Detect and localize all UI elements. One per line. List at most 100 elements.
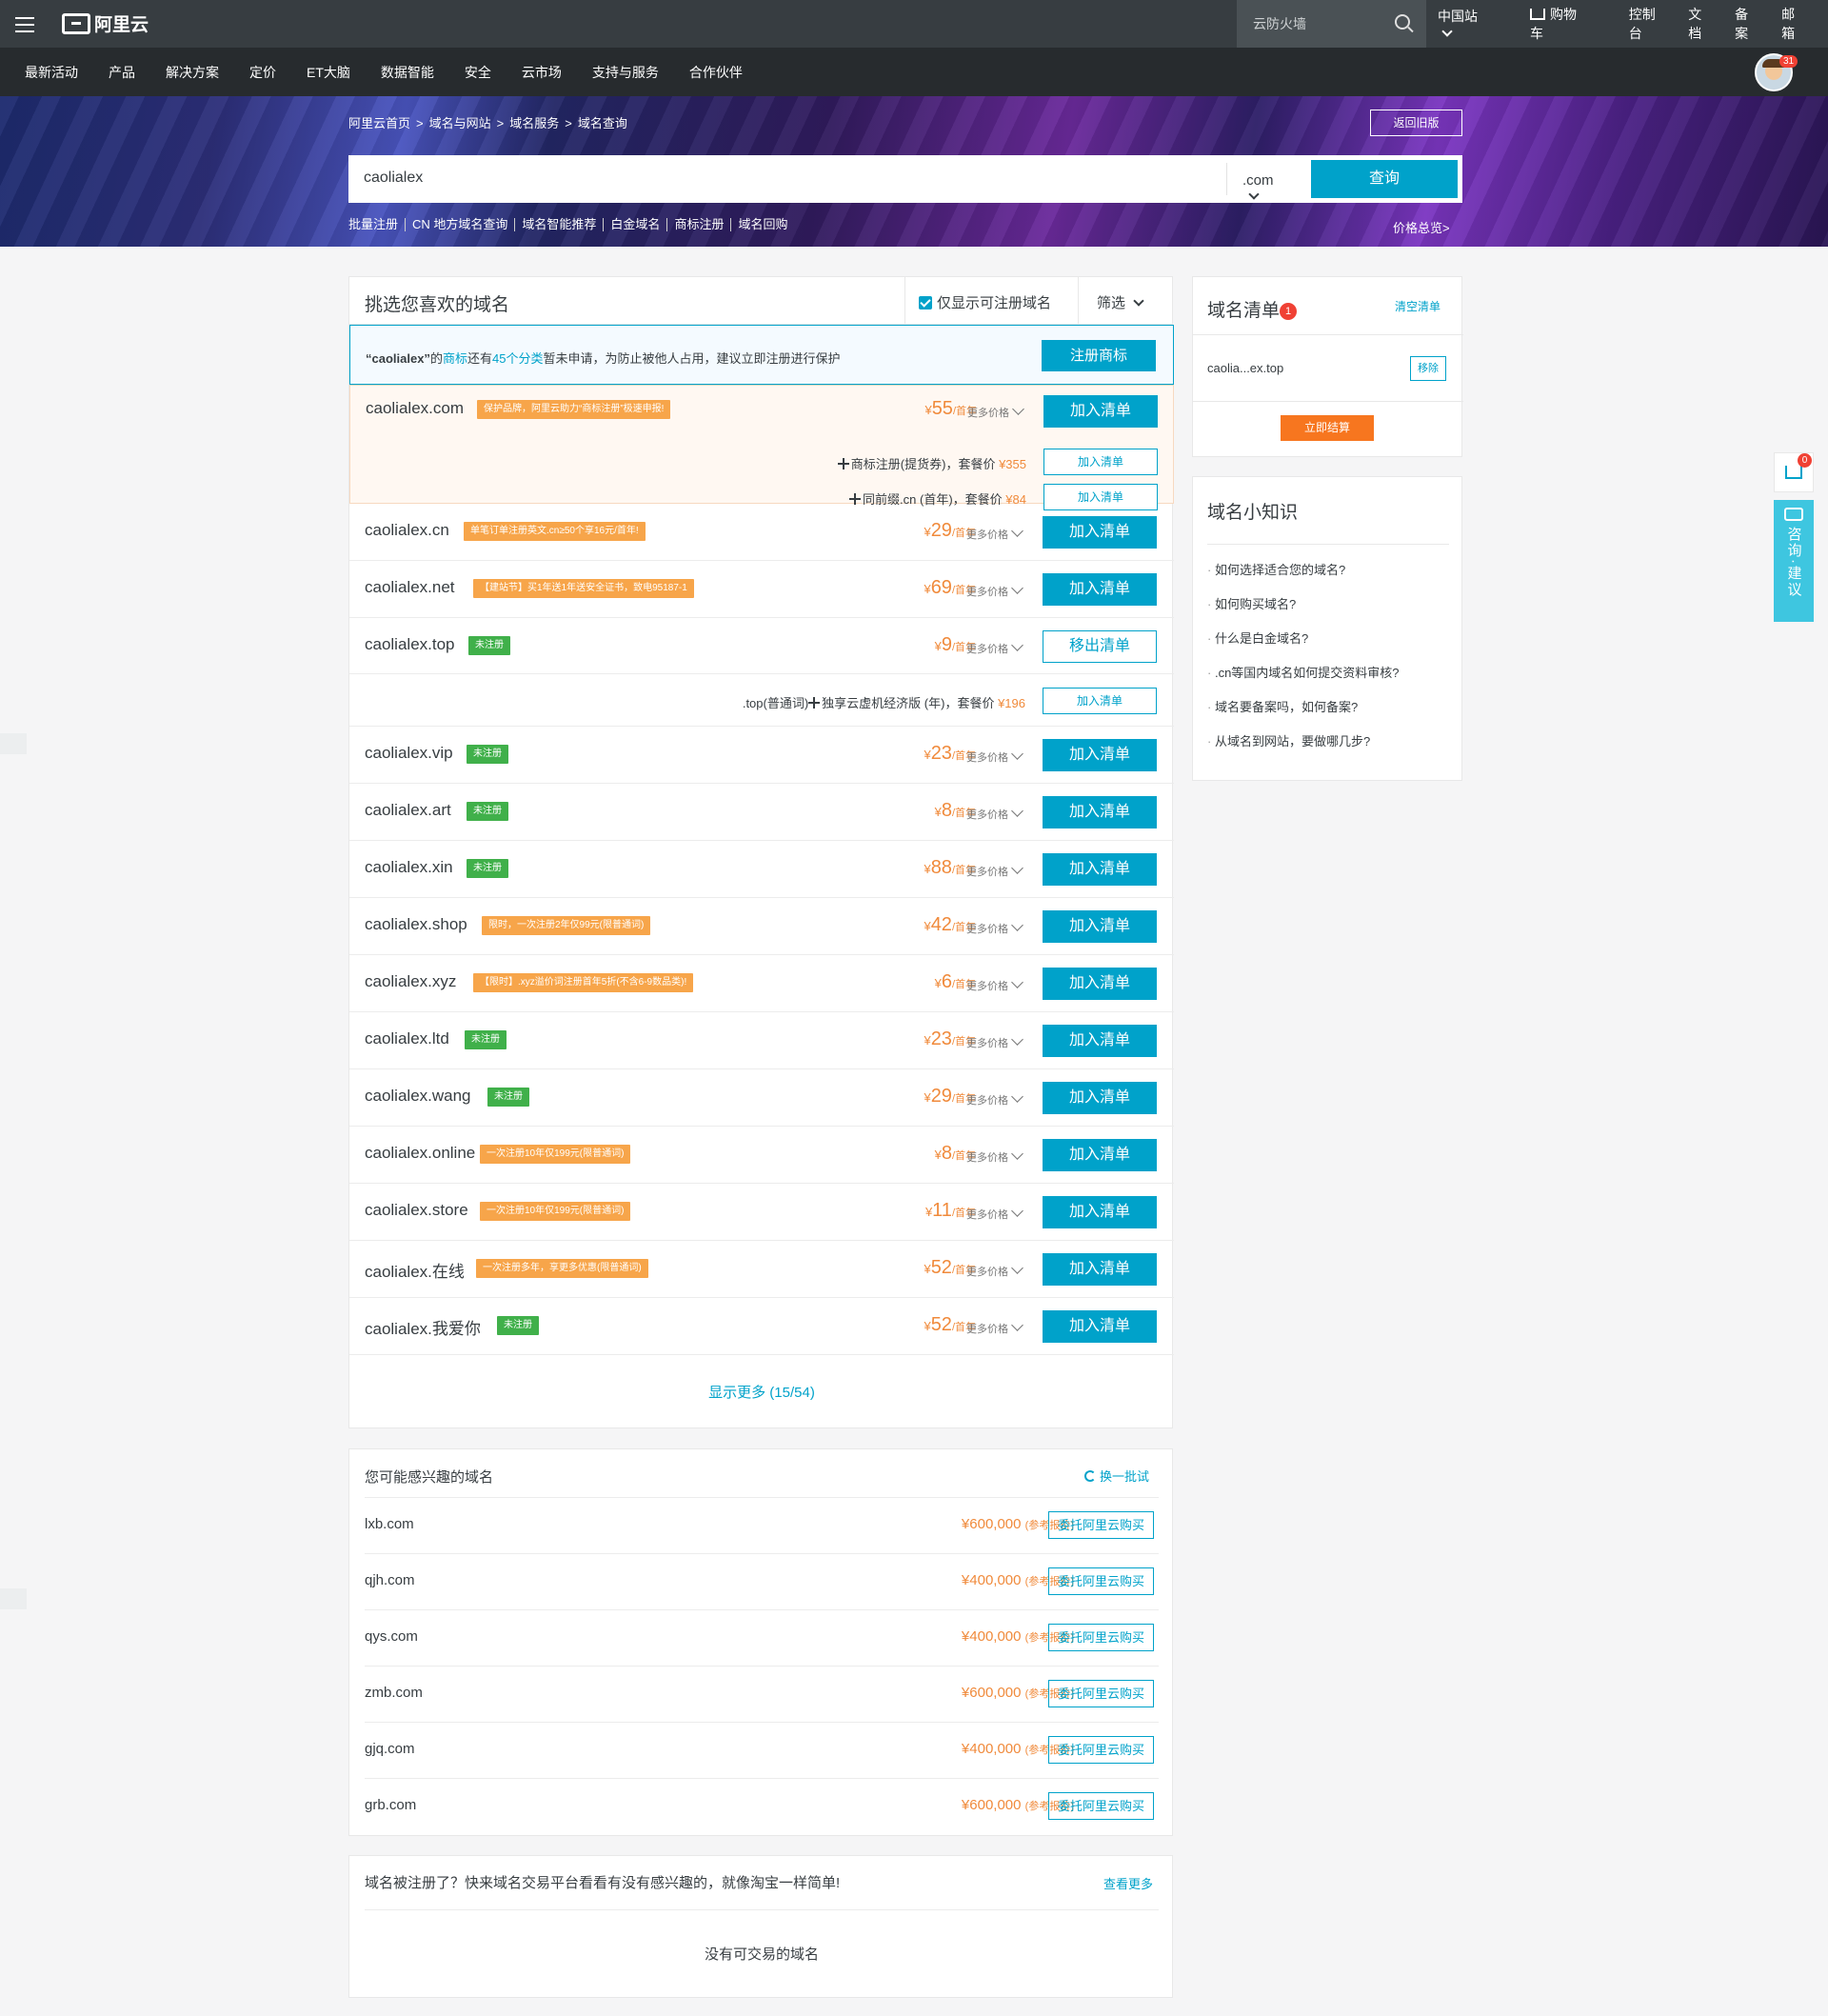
add-to-list-button[interactable]: 加入清单	[1043, 573, 1157, 606]
mail-link[interactable]: 邮箱	[1781, 5, 1807, 43]
consult-button[interactable]: 咨询·建议	[1774, 500, 1814, 622]
add-to-list-button[interactable]: 加入清单	[1043, 1025, 1157, 1057]
add-to-list-button[interactable]: 加入清单	[1043, 516, 1157, 549]
logo[interactable]: 阿里云	[62, 10, 149, 36]
price: ¥6/首年	[890, 971, 976, 993]
quick-link[interactable]: 域名回购	[730, 218, 794, 231]
beian-link[interactable]: 备案	[1735, 5, 1760, 43]
remove-from-list-button[interactable]: 移出清单	[1043, 630, 1157, 663]
nav-item[interactable]: 产品	[109, 63, 135, 82]
domain-search-input[interactable]: caolialex	[364, 170, 423, 187]
more-price-toggle[interactable]: 更多价格	[966, 976, 1023, 993]
nav-item[interactable]: 解决方案	[166, 63, 219, 82]
nav-item[interactable]: 最新活动	[25, 63, 78, 82]
add-to-list-button[interactable]: 加入清单	[1043, 796, 1157, 828]
nav-item[interactable]: 支持与服务	[592, 63, 659, 82]
more-price-toggle[interactable]: 更多价格	[966, 525, 1023, 542]
price-value: 69	[930, 577, 952, 598]
more-price-toggle[interactable]: 更多价格	[966, 1319, 1023, 1336]
more-price-toggle[interactable]: 更多价格	[966, 805, 1023, 822]
entrust-buy-button[interactable]: 委托阿里云购买	[1048, 1567, 1154, 1595]
only-available-checkbox[interactable]: 仅显示可注册域名	[904, 277, 1078, 325]
more-price-toggle[interactable]: 更多价格	[966, 1148, 1023, 1165]
more-price-toggle[interactable]: 更多价格	[966, 1205, 1023, 1222]
remove-button[interactable]: 移除	[1410, 356, 1446, 381]
add-to-list-button[interactable]: 加入清单	[1043, 1139, 1157, 1171]
menu-icon[interactable]	[13, 12, 36, 35]
add-to-list-button[interactable]: 加入清单	[1043, 968, 1157, 1000]
domain-row: caolialex.net 【建站节】买1年送1年送安全证书，致电95187-1…	[349, 561, 1174, 618]
knowledge-link[interactable]: 从域名到网站，要做哪几步?	[1207, 732, 1400, 767]
clear-list-link[interactable]: 清空清单	[1395, 298, 1441, 314]
side-tab[interactable]	[0, 733, 27, 754]
recommend-domain: gjq.com	[365, 1741, 415, 1757]
trademark-link[interactable]: 商标	[443, 351, 467, 366]
quick-link[interactable]: 域名智能推荐	[514, 218, 603, 231]
knowledge-link[interactable]: 什么是白金域名?	[1207, 629, 1400, 664]
add-bundle-button[interactable]: 加入清单	[1043, 688, 1157, 714]
price-overview-link[interactable]: 价格总览>	[1393, 218, 1450, 236]
more-price-toggle[interactable]: 更多价格	[966, 582, 1023, 599]
quick-link[interactable]: 批量注册	[348, 218, 405, 231]
add-to-list-button[interactable]: 加入清单	[1043, 1310, 1157, 1343]
breadcrumb-domain-website[interactable]: 域名与网站	[429, 116, 491, 130]
results-title: 挑选您喜欢的域名	[365, 295, 510, 315]
nav-item[interactable]: 定价	[249, 63, 276, 82]
filter-dropdown[interactable]: 筛选	[1078, 277, 1173, 325]
nav-item[interactable]: ET大脑	[307, 63, 350, 82]
add-to-list-button[interactable]: 加入清单	[1043, 395, 1158, 428]
side-tab[interactable]	[0, 1588, 27, 1609]
recommend-row: zmb.com ¥600,000 (参考报价) 委托阿里云购买	[365, 1666, 1159, 1722]
knowledge-link[interactable]: .cn等国内域名如何提交资料审核?	[1207, 664, 1400, 698]
register-trademark-button[interactable]: 注册商标	[1042, 340, 1156, 371]
more-price-toggle[interactable]: 更多价格	[966, 1090, 1023, 1108]
add-to-list-button[interactable]: 加入清单	[1043, 1082, 1157, 1114]
view-more-link[interactable]: 查看更多	[1103, 1874, 1153, 1892]
domain-row: caolialex.wang 未注册 ¥29/首年 更多价格 加入清单	[349, 1069, 1174, 1127]
show-more-link[interactable]: 显示更多 (15/54)	[349, 1382, 1174, 1402]
entrust-buy-button[interactable]: 委托阿里云购买	[1048, 1736, 1154, 1764]
top-search-input[interactable]: 云防火墙	[1237, 0, 1426, 48]
quick-link[interactable]: CN 地方域名查询	[405, 218, 514, 231]
add-to-list-button[interactable]: 加入清单	[1043, 1253, 1157, 1286]
add-to-list-button[interactable]: 加入清单	[1043, 1196, 1157, 1228]
floating-cart-button[interactable]: 0	[1774, 452, 1814, 492]
nav-item[interactable]: 云市场	[522, 63, 562, 82]
knowledge-link[interactable]: 域名要备案吗，如何备案?	[1207, 698, 1400, 732]
more-price-toggle[interactable]: 更多价格	[966, 639, 1023, 656]
return-old-version-button[interactable]: 返回旧版	[1370, 110, 1462, 136]
categories-link[interactable]: 45个分类	[492, 351, 543, 366]
suffix-select[interactable]: .com	[1226, 163, 1302, 200]
quick-link[interactable]: 白金域名	[603, 218, 666, 231]
quick-link[interactable]: 商标注册	[666, 218, 730, 231]
more-price-toggle[interactable]: 更多价格	[966, 862, 1023, 879]
breadcrumb-home[interactable]: 阿里云首页	[348, 116, 410, 130]
console-link[interactable]: 控制台	[1629, 5, 1667, 43]
entrust-buy-button[interactable]: 委托阿里云购买	[1048, 1680, 1154, 1707]
add-to-list-button[interactable]: 加入清单	[1043, 910, 1157, 943]
entrust-buy-button[interactable]: 委托阿里云购买	[1048, 1624, 1154, 1651]
entrust-buy-button[interactable]: 委托阿里云购买	[1048, 1511, 1154, 1539]
knowledge-link[interactable]: 如何选择适合您的域名?	[1207, 561, 1400, 595]
more-price-toggle[interactable]: 更多价格	[966, 1033, 1023, 1050]
docs-link[interactable]: 文档	[1688, 5, 1714, 43]
more-price-toggle[interactable]: 更多价格	[966, 748, 1023, 765]
cart-link[interactable]: 购物车	[1530, 5, 1608, 43]
nav-item[interactable]: 合作伙伴	[689, 63, 743, 82]
swap-batch-link[interactable]: 换一批试	[1084, 1467, 1149, 1485]
checkout-button[interactable]: 立即结算	[1281, 415, 1374, 441]
more-price-toggle[interactable]: 更多价格	[966, 1262, 1023, 1279]
nav-item[interactable]: 安全	[465, 63, 491, 82]
more-price-toggle[interactable]: 更多价格	[966, 919, 1023, 936]
more-price-toggle[interactable]: 更多价格	[967, 403, 1024, 420]
knowledge-link[interactable]: 如何购买域名?	[1207, 595, 1400, 629]
breadcrumb-domain-service[interactable]: 域名服务	[509, 116, 559, 130]
search-button[interactable]: 查询	[1311, 160, 1458, 198]
entrust-buy-button[interactable]: 委托阿里云购买	[1048, 1792, 1154, 1820]
add-to-list-button[interactable]: 加入清单	[1043, 853, 1157, 886]
site-selector[interactable]: 中国站	[1438, 7, 1509, 41]
nav-item[interactable]: 数据智能	[381, 63, 434, 82]
add-to-list-button[interactable]: 加入清单	[1043, 739, 1157, 771]
search-icon[interactable]	[1395, 14, 1410, 30]
add-bundle-button[interactable]: 加入清单	[1043, 449, 1158, 475]
